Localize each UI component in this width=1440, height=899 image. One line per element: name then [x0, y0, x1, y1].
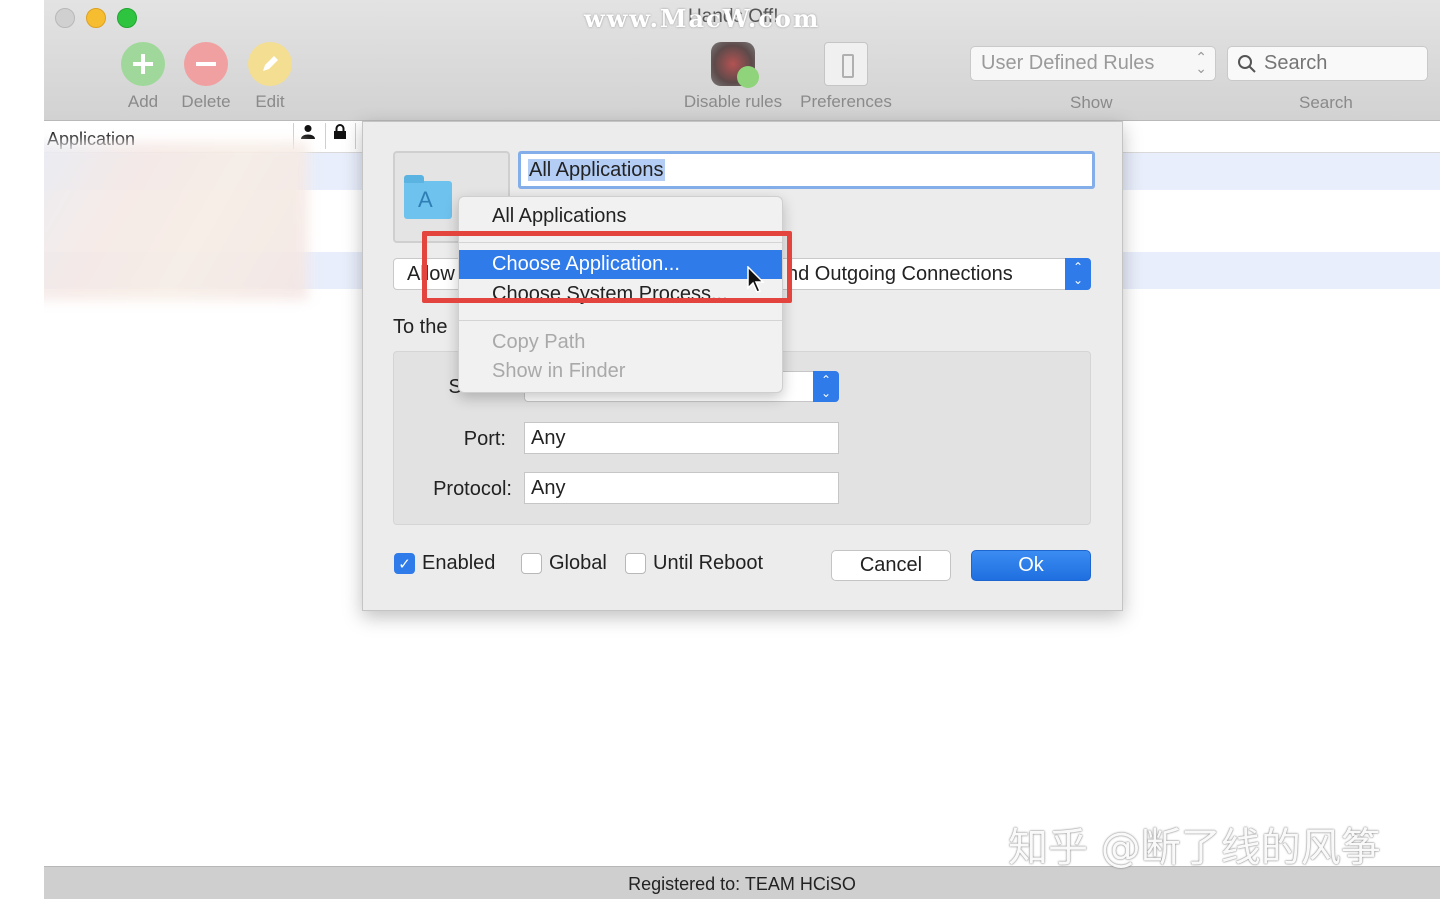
application-name-value: All Applications: [528, 159, 665, 181]
delete-button[interactable]: Delete: [178, 42, 234, 112]
target-label: To the: [393, 316, 448, 338]
disable-rules-label: Disable rules: [683, 92, 783, 111]
switch-icon: [824, 42, 868, 86]
watermark-top: www.MacW.com: [584, 4, 821, 33]
protocol-field[interactable]: Any: [524, 472, 839, 504]
search-input[interactable]: [1264, 52, 1414, 75]
menu-item-show-in-finder: Show in Finder: [492, 360, 626, 382]
minus-icon: [184, 42, 228, 86]
search-icon: [1238, 55, 1256, 73]
disable-rules-button[interactable]: Disable rules: [678, 42, 788, 112]
port-label: Port:: [463, 428, 506, 450]
up-down-arrow-icon: ⌃ ⌄: [813, 371, 839, 402]
minimize-window-button[interactable]: [86, 8, 106, 28]
delete-label: Delete: [181, 92, 231, 111]
pencil-icon: [248, 42, 292, 86]
cancel-button[interactable]: Cancel: [831, 550, 951, 581]
checkbox-box: [625, 553, 646, 574]
search-field[interactable]: [1227, 46, 1428, 81]
up-down-arrow-icon: ⌃ ⌄: [1195, 49, 1207, 76]
search-label: Search: [1299, 93, 1353, 112]
hand-stop-icon: [711, 42, 759, 88]
until-reboot-checkbox[interactable]: Until Reboot: [625, 552, 763, 575]
edit-button[interactable]: Edit: [248, 42, 292, 112]
show-label: Show: [1070, 93, 1113, 112]
zoom-window-button[interactable]: [117, 8, 137, 28]
global-checkbox[interactable]: Global: [521, 552, 607, 575]
callout-highlight-box: [422, 231, 792, 303]
global-label: Global: [549, 552, 607, 574]
plus-icon: [121, 42, 165, 86]
ok-button[interactable]: Ok: [971, 550, 1091, 581]
preferences-label: Preferences: [800, 92, 892, 111]
applications-folder-icon: A: [404, 175, 452, 219]
close-window-button[interactable]: [55, 8, 75, 28]
up-down-arrow-icon: ⌃ ⌄: [1065, 258, 1091, 290]
edit-label: Edit: [255, 92, 285, 111]
add-button[interactable]: Add: [120, 42, 166, 112]
blurred-content: [44, 142, 308, 300]
add-label: Add: [127, 92, 159, 111]
toolbar: Hands Off! www.MacW.com Add Delete Edit …: [44, 0, 1440, 121]
lock-icon[interactable]: [333, 124, 347, 144]
mouse-pointer-icon: [747, 266, 765, 293]
column-divider: [355, 123, 356, 149]
until-reboot-label: Until Reboot: [653, 552, 764, 574]
protocol-label: Protocol:: [433, 478, 512, 500]
menu-item-copy-path: Copy Path: [492, 331, 586, 353]
show-select[interactable]: User Defined Rules ⌃ ⌄: [970, 46, 1216, 81]
preferences-button[interactable]: Preferences: [796, 42, 896, 112]
menu-item-all-applications[interactable]: All Applications: [459, 202, 782, 231]
checkbox-box: [521, 553, 542, 574]
application-name-field[interactable]: All Applications: [518, 151, 1095, 189]
menu-separator: [459, 320, 782, 321]
action-select-direction: nd Outgoing Connections: [787, 263, 1013, 285]
show-select-value: User Defined Rules: [981, 52, 1155, 74]
checkmark-icon: ✓: [394, 553, 415, 574]
watermark-bottom: 知乎 @断了线的风筝: [1008, 825, 1381, 871]
user-icon[interactable]: [300, 124, 316, 144]
column-divider: [325, 123, 326, 149]
enabled-checkbox[interactable]: ✓ Enabled: [394, 552, 495, 575]
enabled-label: Enabled: [422, 552, 496, 574]
pause-icon: [737, 66, 759, 88]
port-field[interactable]: Any: [524, 422, 839, 454]
